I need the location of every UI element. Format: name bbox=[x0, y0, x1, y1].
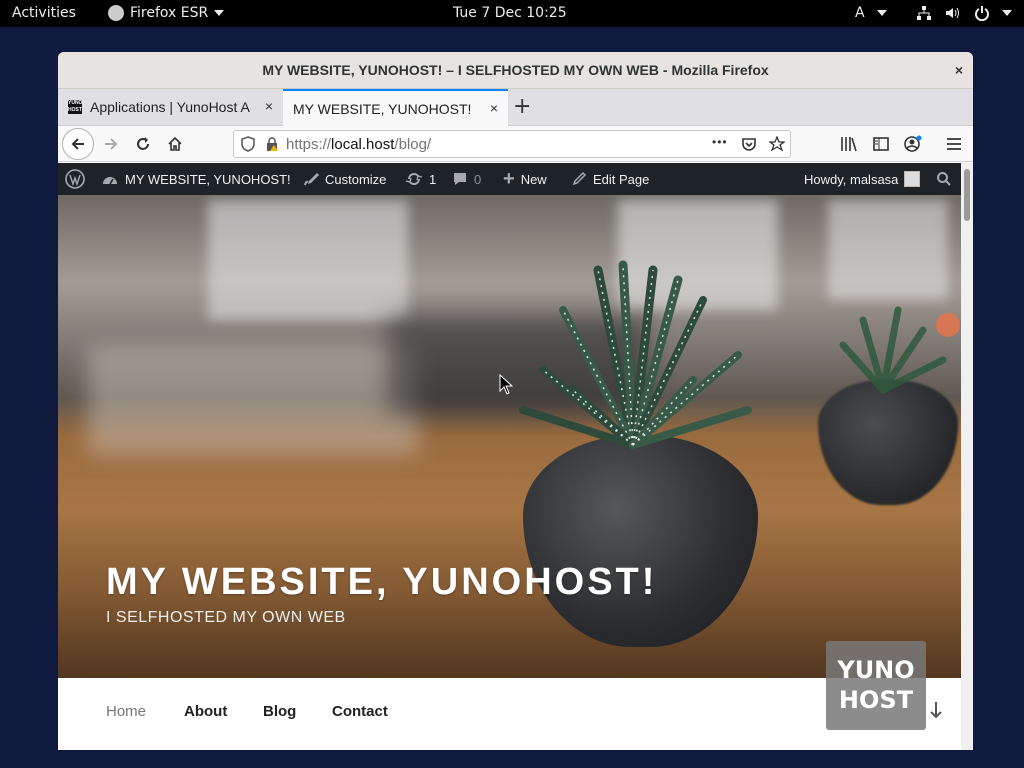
svg-text:HOST: HOST bbox=[839, 686, 914, 714]
tab-close-button[interactable]: × bbox=[265, 98, 273, 114]
menu-item-blog[interactable]: Blog bbox=[263, 703, 296, 720]
admin-customize-label: Customize bbox=[325, 171, 387, 187]
plant-leaves-secondary bbox=[839, 306, 960, 394]
tab-bar: YUNO HOST Applications | YunoHost A × MY… bbox=[58, 89, 973, 126]
navigation-toolbar: https://local.host/blog/ ••• bbox=[58, 126, 973, 162]
search-icon bbox=[937, 172, 951, 186]
tab-my-website[interactable]: MY WEBSITE, YUNOHOST! × bbox=[283, 89, 508, 126]
system-top-bar: Activities Firefox ESR Tue 7 Dec 10:25 A bbox=[0, 0, 1024, 27]
menu-item-home[interactable]: Home bbox=[106, 703, 146, 720]
wordpress-admin-bar: MY WEBSITE, YUNOHOST! Customize 1 0 + Ne… bbox=[58, 163, 961, 195]
howdy-label: Howdy, malsasa bbox=[804, 171, 899, 187]
reload-button[interactable] bbox=[132, 126, 154, 162]
chevron-down-icon bbox=[1002, 10, 1012, 16]
admin-new[interactable]: + New bbox=[503, 163, 547, 195]
app-menu-label: Firefox ESR bbox=[130, 5, 209, 21]
reload-icon bbox=[137, 137, 149, 150]
dashboard-icon bbox=[103, 177, 117, 185]
menu-item-about[interactable]: About bbox=[184, 703, 227, 720]
admin-customize[interactable]: Customize bbox=[303, 163, 386, 195]
menu-item-contact[interactable]: Contact bbox=[332, 703, 388, 720]
bookmark-star-icon[interactable] bbox=[769, 136, 785, 152]
sidebar-icon[interactable] bbox=[872, 135, 890, 153]
admin-updates[interactable]: 1 bbox=[405, 163, 436, 195]
home-button[interactable] bbox=[164, 126, 186, 162]
system-status-menu[interactable] bbox=[916, 5, 1012, 21]
url-host: local.host bbox=[331, 135, 395, 153]
input-method-menu[interactable]: A bbox=[855, 5, 887, 21]
network-icon bbox=[917, 6, 931, 20]
succulent-leaves bbox=[519, 260, 752, 450]
comments-count: 0 bbox=[474, 171, 482, 187]
new-tab-button[interactable]: + bbox=[513, 94, 531, 119]
app-menu[interactable]: Firefox ESR bbox=[108, 5, 225, 21]
url-scheme: https:// bbox=[286, 135, 332, 153]
window-title: MY WEBSITE, YUNOHOST! – I SELFHOSTED MY … bbox=[262, 62, 769, 78]
tracking-shield-icon[interactable] bbox=[240, 136, 256, 152]
yunohost-logo-mark: YUNO HOST bbox=[836, 656, 914, 714]
power-icon bbox=[975, 6, 989, 21]
avatar bbox=[904, 171, 921, 187]
volume-icon bbox=[946, 7, 959, 19]
forward-button[interactable] bbox=[100, 126, 122, 162]
tab-label: MY WEBSITE, YUNOHOST! bbox=[293, 100, 472, 117]
chevron-down-icon bbox=[876, 10, 887, 16]
arrow-right-icon bbox=[105, 138, 118, 150]
account-icon[interactable] bbox=[903, 134, 923, 154]
window-close-button[interactable]: × bbox=[955, 52, 963, 89]
library-icon[interactable] bbox=[840, 135, 858, 153]
url-bar[interactable]: https://local.host/blog/ ••• bbox=[233, 130, 791, 158]
background-couch bbox=[88, 345, 418, 455]
tab-close-button[interactable]: × bbox=[490, 100, 498, 116]
clock[interactable]: Tue 7 Dec 10:25 bbox=[453, 5, 567, 21]
home-icon bbox=[168, 136, 182, 151]
activities-button[interactable]: Activities bbox=[12, 5, 76, 21]
comment-icon bbox=[454, 173, 466, 185]
hamburger-menu-icon[interactable] bbox=[945, 135, 963, 153]
background-window bbox=[828, 200, 948, 300]
updates-count: 1 bbox=[429, 171, 437, 187]
arrow-down-icon[interactable] bbox=[928, 700, 944, 720]
admin-comments[interactable]: 0 bbox=[452, 163, 481, 195]
plus-icon: + bbox=[503, 167, 515, 190]
window-titlebar: MY WEBSITE, YUNOHOST! – I SELFHOSTED MY … bbox=[58, 52, 973, 89]
updates-icon bbox=[405, 173, 423, 185]
firefox-icon bbox=[108, 5, 124, 21]
admin-site-name[interactable]: MY WEBSITE, YUNOHOST! bbox=[101, 163, 291, 195]
pocket-icon[interactable] bbox=[741, 136, 757, 152]
admin-new-label: New bbox=[520, 171, 547, 187]
admin-account[interactable]: Howdy, malsasa bbox=[804, 163, 921, 195]
svg-text:YUNO: YUNO bbox=[836, 656, 914, 684]
site-description: I SELFHOSTED MY OWN WEB bbox=[106, 609, 346, 626]
pencil-icon bbox=[572, 171, 587, 186]
brush-icon bbox=[304, 173, 319, 186]
page-actions-button[interactable]: ••• bbox=[712, 135, 728, 149]
admin-edit-page-label: Edit Page bbox=[593, 171, 650, 187]
activities-label: Activities bbox=[12, 5, 76, 21]
page-scrollbar[interactable] bbox=[961, 163, 973, 750]
tab-applications[interactable]: YUNO HOST Applications | YunoHost A × bbox=[58, 89, 283, 125]
yunohost-logo[interactable]: YUNO HOST bbox=[826, 641, 926, 730]
arrow-left-icon bbox=[71, 138, 84, 150]
back-button[interactable] bbox=[62, 126, 94, 162]
chevron-down-icon bbox=[214, 10, 225, 16]
header-hero-image: MY WEBSITE, YUNOHOST! I SELFHOSTED MY OW… bbox=[58, 195, 961, 678]
wordpress-icon bbox=[65, 169, 85, 189]
input-method-label: A bbox=[855, 5, 865, 21]
url-path: /blog/ bbox=[394, 135, 432, 153]
admin-site-name-label: MY WEBSITE, YUNOHOST! bbox=[125, 171, 291, 187]
mouse-cursor-icon bbox=[499, 374, 513, 395]
plant-pot bbox=[523, 435, 758, 647]
yunohost-favicon-icon: YUNO HOST bbox=[68, 100, 83, 114]
admin-search[interactable] bbox=[936, 163, 952, 195]
wordpress-logo-button[interactable] bbox=[65, 163, 85, 195]
lock-warning-icon[interactable] bbox=[264, 136, 280, 152]
tab-label: Applications | YunoHost A bbox=[90, 99, 250, 115]
site-title[interactable]: MY WEBSITE, YUNOHOST! bbox=[106, 561, 657, 604]
scrollbar-thumb[interactable] bbox=[964, 169, 970, 221]
admin-edit-page[interactable]: Edit Page bbox=[571, 163, 649, 195]
background-window bbox=[208, 200, 408, 320]
clock-label: Tue 7 Dec 10:25 bbox=[453, 5, 567, 21]
